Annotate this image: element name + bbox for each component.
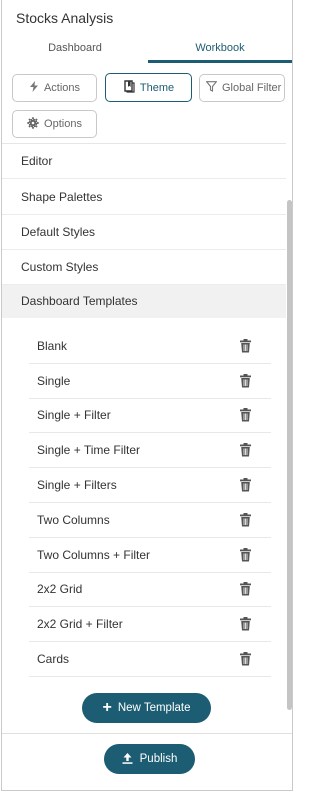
lightning-icon: [29, 81, 39, 95]
trash-icon[interactable]: [239, 374, 253, 388]
trash-icon[interactable]: [239, 582, 253, 596]
tab-workbook[interactable]: Workbook: [148, 35, 292, 63]
trash-icon[interactable]: [239, 652, 253, 666]
new-template-button[interactable]: + New Template: [82, 693, 211, 723]
theme-label: Theme: [139, 81, 175, 94]
trash-icon[interactable]: [239, 339, 253, 353]
scrollbar-thumb[interactable]: [287, 200, 292, 710]
options-button[interactable]: Options: [12, 110, 97, 138]
template-name: Single + Filter: [37, 408, 111, 422]
template-row-2x2-grid-filter[interactable]: 2x2 Grid + Filter: [29, 607, 271, 642]
template-row-single-filter[interactable]: Single + Filter: [29, 398, 271, 433]
publish-label: Publish: [139, 753, 178, 765]
template-name: Single + Filters: [37, 478, 117, 492]
global-filter-label: Global Filter: [222, 82, 282, 94]
template-name: Cards: [37, 652, 70, 666]
section-shape-palettes[interactable]: Shape Palettes: [2, 180, 286, 215]
template-name: 2x2 Grid: [37, 582, 83, 596]
trash-icon[interactable]: [239, 617, 253, 631]
actions-label: Actions: [43, 82, 81, 94]
trash-icon[interactable]: [239, 548, 253, 562]
panel-title: Stocks Analysis: [16, 10, 114, 26]
template-row-single[interactable]: Single: [29, 364, 271, 399]
tab-bar: Dashboard Workbook: [2, 35, 292, 63]
trash-icon[interactable]: [239, 478, 253, 492]
section-custom-styles[interactable]: Custom Styles: [2, 250, 286, 285]
template-row-2x2-grid[interactable]: 2x2 Grid: [29, 572, 271, 607]
filter-icon: [205, 81, 218, 95]
trash-icon[interactable]: [239, 408, 253, 422]
section-editor[interactable]: Editor: [2, 144, 286, 179]
template-row-single-filters[interactable]: Single + Filters: [29, 468, 271, 503]
side-panel: Stocks Analysis Dashboard Workbook Actio…: [1, 0, 293, 791]
new-template-label: New Template: [117, 702, 191, 714]
active-tab-indicator: [148, 60, 292, 63]
global-filter-button[interactable]: Global Filter: [199, 74, 285, 102]
theme-button[interactable]: Theme: [105, 73, 192, 102]
template-name: Blank: [37, 339, 68, 353]
template-name: Single + Time Filter: [37, 443, 141, 457]
publish-button[interactable]: Publish: [104, 744, 195, 774]
template-row-blank[interactable]: Blank: [29, 329, 271, 364]
template-name: 2x2 Grid + Filter: [37, 617, 123, 631]
template-name: Two Columns: [37, 513, 110, 527]
upload-icon: [122, 752, 133, 767]
template-row-cards[interactable]: Cards: [29, 642, 271, 677]
trash-icon[interactable]: [239, 513, 253, 527]
trash-icon[interactable]: [239, 443, 253, 457]
options-label: Options: [44, 118, 82, 130]
divider: [2, 733, 292, 734]
template-name: Two Columns + Filter: [37, 548, 151, 562]
actions-button[interactable]: Actions: [12, 74, 97, 102]
section-default-styles[interactable]: Default Styles: [2, 215, 286, 250]
template-row-single-time-filter[interactable]: Single + Time Filter: [29, 433, 271, 468]
template-name: Single: [37, 374, 71, 388]
template-row-two-columns[interactable]: Two Columns: [29, 503, 271, 538]
plus-icon: +: [102, 699, 112, 716]
tab-dashboard[interactable]: Dashboard: [2, 35, 148, 63]
theme-book-icon: [123, 79, 135, 96]
gear-icon: [27, 116, 39, 132]
template-row-two-columns-filter[interactable]: Two Columns + Filter: [29, 538, 271, 573]
section-dashboard-templates[interactable]: Dashboard Templates: [2, 285, 286, 318]
